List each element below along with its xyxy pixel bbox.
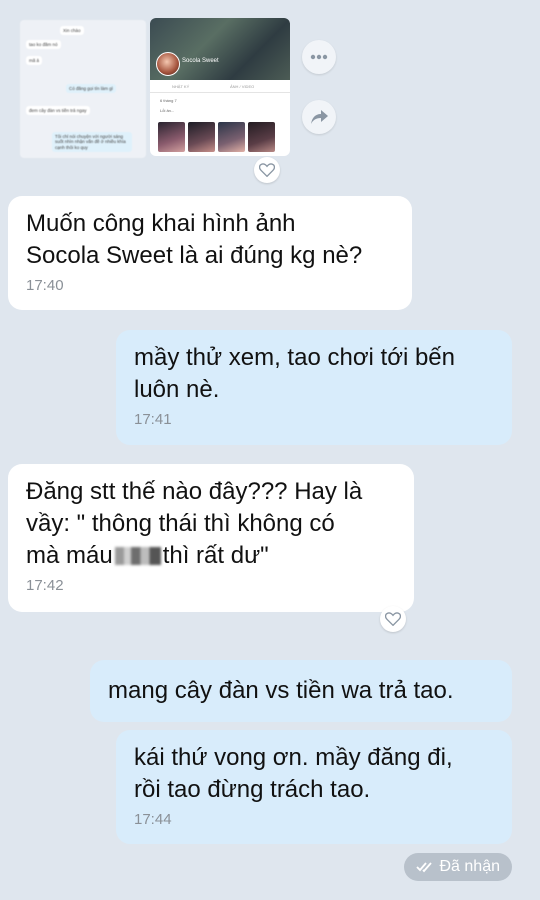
share-button[interactable]	[302, 100, 336, 134]
message-text: Đăng stt thế nào đây??? Hay là vầy: " th…	[26, 476, 396, 572]
delivery-status-badge: Đã nhận	[403, 853, 512, 881]
mini-bubble: Tôi chỉ nói chuyện với người sáng suốt n…	[52, 132, 132, 153]
message-text: mang cây đàn vs tiền wa trả tao.	[108, 677, 454, 704]
profile-photo	[158, 122, 185, 152]
message-time: 17:41	[134, 411, 172, 428]
mini-bubble: đem cây đàn vs tiền trả ngay	[26, 106, 90, 116]
message-time: 17:40	[26, 277, 64, 294]
tab-photos: ẢNH / VIDEO	[230, 84, 255, 89]
chat-screenshot-thumbnail[interactable]: Xin chào tao ko đăm nó mã ả Có đăng gọi …	[20, 20, 146, 158]
tab-diary: NHẬT KÝ	[172, 84, 190, 89]
message-bubble-outgoing[interactable]: mầy thử xem, tao chơi tới bến luôn nè. 1…	[116, 330, 512, 445]
censored-word	[114, 547, 161, 565]
double-check-icon	[415, 862, 432, 873]
profile-name: Socola Sweet	[182, 58, 219, 64]
shared-image-preview[interactable]: Xin chào tao ko đăm nó mã ả Có đăng gọi …	[20, 14, 290, 158]
message-text: Muốn công khai hình ảnh Socola Sweet là …	[26, 210, 363, 269]
message-text-part: thì rất dư"	[162, 542, 269, 569]
more-dots-icon	[310, 54, 328, 60]
message-bubble-outgoing[interactable]: mang cây đàn vs tiền wa trả tao.	[90, 660, 512, 722]
mini-bubble: mã ả	[26, 56, 43, 66]
react-heart-button[interactable]	[380, 606, 406, 632]
profile-screenshot-thumbnail[interactable]: Socola Sweet NHẬT KÝ ẢNH / VIDEO 6 tháng…	[150, 18, 290, 156]
message-text: kái thứ vong ơn. mầy đăng đi, rồi tao đừ…	[134, 744, 453, 803]
message-time: 17:42	[26, 577, 64, 594]
heart-icon	[259, 163, 275, 177]
mini-bubble: tao ko đăm nó	[26, 40, 61, 50]
react-heart-button[interactable]	[254, 157, 280, 183]
avatar	[156, 52, 180, 76]
mini-bubble: Xin chào	[60, 26, 84, 36]
heart-icon	[385, 612, 401, 626]
message-time: 17:44	[134, 811, 172, 828]
mini-bubble: Có đăng gọi tín làm gì	[66, 84, 117, 94]
more-options-button[interactable]	[302, 40, 336, 74]
message-bubble-outgoing[interactable]: kái thứ vong ơn. mầy đăng đi, rồi tao đừ…	[116, 730, 512, 844]
profile-photo	[248, 122, 275, 152]
message-bubble-incoming[interactable]: Muốn công khai hình ảnh Socola Sweet là …	[8, 196, 412, 310]
profile-tabs: NHẬT KÝ ẢNH / VIDEO	[150, 80, 290, 93]
message-text: mầy thử xem, tao chơi tới bến luôn nè.	[134, 344, 455, 403]
share-arrow-icon	[311, 110, 328, 124]
message-bubble-incoming[interactable]: Đăng stt thế nào đây??? Hay là vầy: " th…	[8, 464, 414, 612]
post-caption: Lỗi ân...	[160, 108, 175, 113]
post-date: 6 tháng 7	[160, 98, 177, 103]
delivery-status-label: Đã nhận	[439, 858, 501, 875]
profile-photo	[188, 122, 215, 152]
profile-photo	[218, 122, 245, 152]
